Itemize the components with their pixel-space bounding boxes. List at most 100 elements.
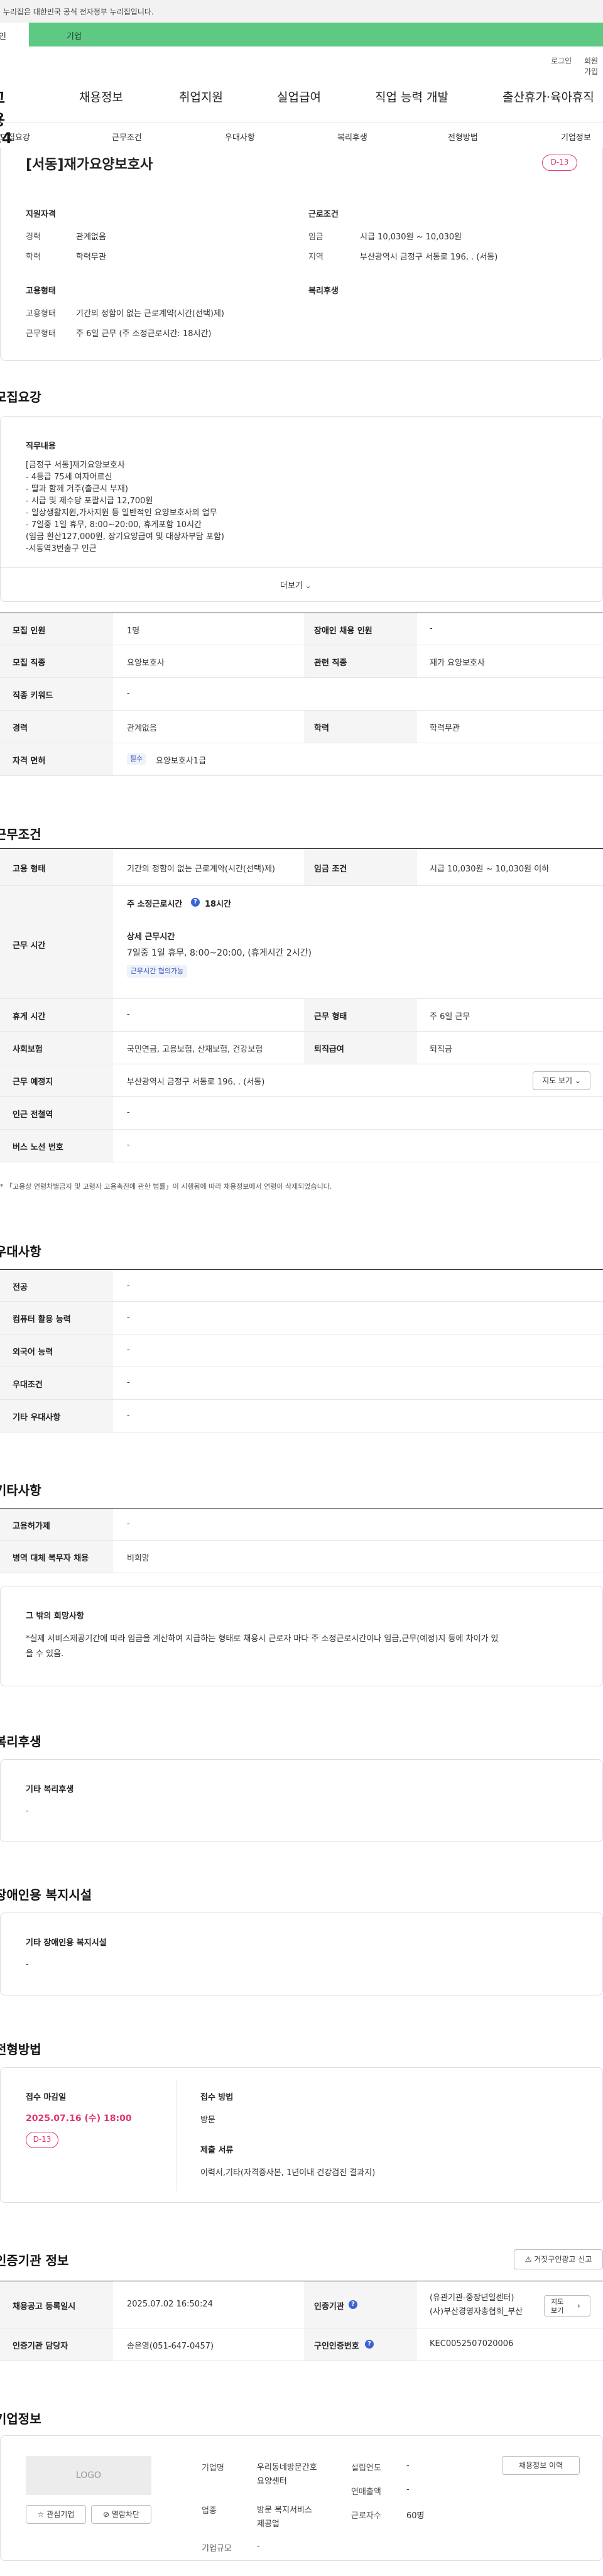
industry-value: 방문 복지서비스 제공업 xyxy=(257,2506,312,2529)
industry-label: 업종 xyxy=(202,2506,217,2516)
weekly-hours-value: 18시간 xyxy=(205,900,232,909)
dday-badge: D-13 xyxy=(26,2132,58,2148)
method-value: 방문 xyxy=(200,2115,215,2125)
wage-value: 시급 10,030원 ~ 10,030원 xyxy=(360,232,462,242)
login-link[interactable]: 로그인 xyxy=(551,55,572,66)
work-type-label: 근무형태 xyxy=(26,329,56,339)
more-button[interactable]: 더보기 ⌄ xyxy=(280,579,311,591)
gnb-item-parental-leave[interactable]: 출산휴가·육아휴직 xyxy=(503,88,594,105)
tab-person[interactable]: 개인 xyxy=(0,23,29,46)
area-label: 지역 xyxy=(308,253,323,262)
table-row: 인증기관 담당자 송은영(051-647-0457) 구인인증번호 ? KEC0… xyxy=(0,2328,603,2361)
section-nav-pref[interactable]: 우대사항 xyxy=(225,131,255,143)
section-nav-company[interactable]: 기업정보 xyxy=(561,131,591,143)
staff-value: 60명 xyxy=(406,2511,425,2521)
table-row: 버스 노선 번호 - xyxy=(0,1130,603,1162)
other-requests-card: 그 밖의 희망사항 *실제 서비스제공기간에 따라 임금을 계산하여 지급하는 … xyxy=(0,1586,603,1686)
education-label: 학력 xyxy=(26,253,41,262)
gnb-item-unemployment-benefit[interactable]: 실업급여 xyxy=(277,88,321,105)
report-fake-ad-button[interactable]: ⚠ 거짓구인광고 신고 xyxy=(514,2249,603,2269)
help-icon[interactable]: ? xyxy=(191,898,200,907)
summary-card: [서동]재가요양보호사 D-13 지원자격 경력 관계없음 학력 학력무관 근로… xyxy=(0,148,603,361)
docs-label: 제출 서류 xyxy=(200,2146,234,2155)
founded-value: - xyxy=(406,2461,410,2470)
interest-company-button[interactable]: ☆ 관심기업 xyxy=(26,2505,86,2524)
gov-notice-text: 이 누리집은 대한민국 공식 전자정부 누리집입니다. xyxy=(0,8,154,16)
other-requests-text: *실제 서비스제공기간에 따라 임금을 계산하여 지급하는 형태로 채용시 근로… xyxy=(26,1634,499,1659)
table-row: 병역 대체 복무자 채용 비희망 xyxy=(0,1541,603,1573)
table-row: 직종 키워드 - xyxy=(0,678,603,711)
table-row: 모집 직종 요양보호사 관련 직종 재가 요양보호사 xyxy=(0,645,603,678)
company-card: LOGO ☆ 관심기업 ⊘ 열람차단 기업명 우리동네방문간호 요양센터 업종 … xyxy=(0,2435,603,2561)
career-label: 경력 xyxy=(26,232,41,242)
deadline-label: 접수 마감일 xyxy=(26,2093,67,2102)
map-button[interactable]: 지도 보기 ⌄ xyxy=(533,1071,590,1090)
table-row: 근무 시간 주 소정근로시간 ? 18시간 상세 근무시간 7일중 1일 휴무,… xyxy=(0,886,603,999)
employment-type-heading: 고용형태 xyxy=(26,287,56,296)
required-badge: 필수 xyxy=(127,753,146,765)
chevron-down-icon: ⌄ xyxy=(574,1076,581,1085)
table-row: 인근 전철역 - xyxy=(0,1097,603,1130)
section-nav-selection[interactable]: 전형방법 xyxy=(448,131,478,143)
company-size-value: - xyxy=(257,2541,260,2551)
table-row: 근무 예정지 부산광역시 금정구 서동로 196, . (서동) 지도 보기 ⌄ xyxy=(0,1064,603,1097)
gnb-item-jobs[interactable]: 채용정보 xyxy=(79,88,123,105)
duty-text: [금정구 서동]재가요양보호사 - 4등급 75세 여자어르신 - 딸과 함께 … xyxy=(26,461,224,554)
cert-org-value: (유관기관-중장년일센터) (사)부산경영자총협회_부산 xyxy=(430,2293,523,2317)
table-row: 자격 면허 필수 요양보호사1급 xyxy=(0,743,603,776)
warning-icon: ⚠ xyxy=(524,2255,532,2264)
cert-map-button[interactable]: 지도 보기 › xyxy=(544,2295,590,2317)
detail-hours-label: 상세 근무시간 xyxy=(127,932,175,942)
conditions-heading: 근로조건 xyxy=(308,210,339,219)
table-row: 전공 - xyxy=(0,1269,603,1302)
company-logo: LOGO xyxy=(26,2456,151,2495)
employment-type-label: 고용형태 xyxy=(26,309,56,319)
disability-card: 기타 장애인용 복지시설 - xyxy=(0,1913,603,1995)
chevron-right-icon: › xyxy=(577,2301,580,2310)
career-value: 관계없음 xyxy=(76,232,106,242)
welfare-heading: 복리후생 xyxy=(308,287,339,296)
block-view-button[interactable]: ⊘ 열람차단 xyxy=(91,2505,151,2524)
job-history-button[interactable]: 채용정보 이력 xyxy=(502,2456,580,2475)
help-icon[interactable]: ? xyxy=(349,2300,357,2309)
age-notice: * 「고용상 연령차별금지 및 고령자 고용촉진에 관한 법률」이 시행됨에 따… xyxy=(0,1182,332,1191)
section-nav-recruit[interactable]: 모집요강 xyxy=(0,131,30,143)
table-row: 휴게 시간 - 근무 형태 주 6일 근무 xyxy=(0,999,603,1032)
chevron-down-icon: ⌄ xyxy=(305,582,312,590)
company-name-value: 우리동네방문간호 요양센터 xyxy=(257,2463,317,2486)
table-row: 채용공고 등록일시 2025.07.02 16:50:24 인증기관 ? (유관… xyxy=(0,2281,603,2328)
table-row: 외국어 능력 - xyxy=(0,1334,603,1367)
weekly-hours-label: 주 소정근로시간 xyxy=(127,900,183,909)
table-row: 고용 형태 기간의 정함이 없는 근로계약(시간(선택)제) 임금 조건 시급 … xyxy=(0,848,603,886)
sales-value: - xyxy=(406,2485,410,2494)
gnb-item-job-training[interactable]: 직업 능력 개발 xyxy=(375,88,448,105)
section-nav-welfare[interactable]: 복리후생 xyxy=(337,131,367,143)
gnb-item-employment-support[interactable]: 취업지원 xyxy=(179,88,223,105)
welfare-card: 기타 복리후생 - xyxy=(0,1759,603,1842)
duty-heading: 직무내용 xyxy=(26,442,56,451)
section-nav: 모집요강 근무조건 우대사항 복리후생 전형방법 기업정보 xyxy=(0,123,603,149)
block-icon: ⊘ xyxy=(102,2510,110,2519)
disability-box-value: - xyxy=(26,1960,29,1969)
table-row: 우대조건 - xyxy=(0,1367,603,1400)
table-row: 모집 인원 1명 장애인 채용 인원 - xyxy=(0,613,603,645)
dday-badge: D-13 xyxy=(542,155,577,171)
join-link[interactable]: 회원가입 xyxy=(584,55,603,77)
section-nav-work[interactable]: 근무조건 xyxy=(112,131,142,143)
docs-value: 이력서,기타(자격증사본, 1년이내 건강검진 결과지) xyxy=(200,2168,376,2178)
tab-company[interactable]: 기업 xyxy=(29,23,603,46)
table-row: 사회보험 국민연금, 고용보험, 산재보험, 건강보험 퇴직급여 퇴직금 xyxy=(0,1032,603,1064)
detail-hours-value: 7일중 1일 휴무, 8:00~20:00, (휴게시간 2시간) xyxy=(127,948,312,958)
table-row: 기타 우대사항 - xyxy=(0,1400,603,1433)
sales-label: 연매출액 xyxy=(351,2487,381,2497)
selection-card: 접수 마감일 2025.07.16 (수) 18:00 D-13 접수 방법 방… xyxy=(0,2067,603,2203)
help-icon[interactable]: ? xyxy=(365,2340,374,2349)
work-type-value: 주 6일 근무 (주 소정근로시간: 18시간) xyxy=(76,329,212,339)
star-icon: ☆ xyxy=(37,2510,45,2519)
staff-label: 근로자수 xyxy=(351,2511,381,2521)
education-value: 학력무관 xyxy=(76,253,106,262)
gov-notice-bar: 이 누리집은 대한민국 공식 전자정부 누리집입니다. xyxy=(0,0,603,23)
employment-type-value: 기간의 정함이 없는 근로계약(시간(선택)제) xyxy=(76,309,225,319)
other-requests-title: 그 밖의 희망사항 xyxy=(26,1612,84,1621)
disability-box-title: 기타 장애인용 복지시설 xyxy=(26,1938,107,1948)
